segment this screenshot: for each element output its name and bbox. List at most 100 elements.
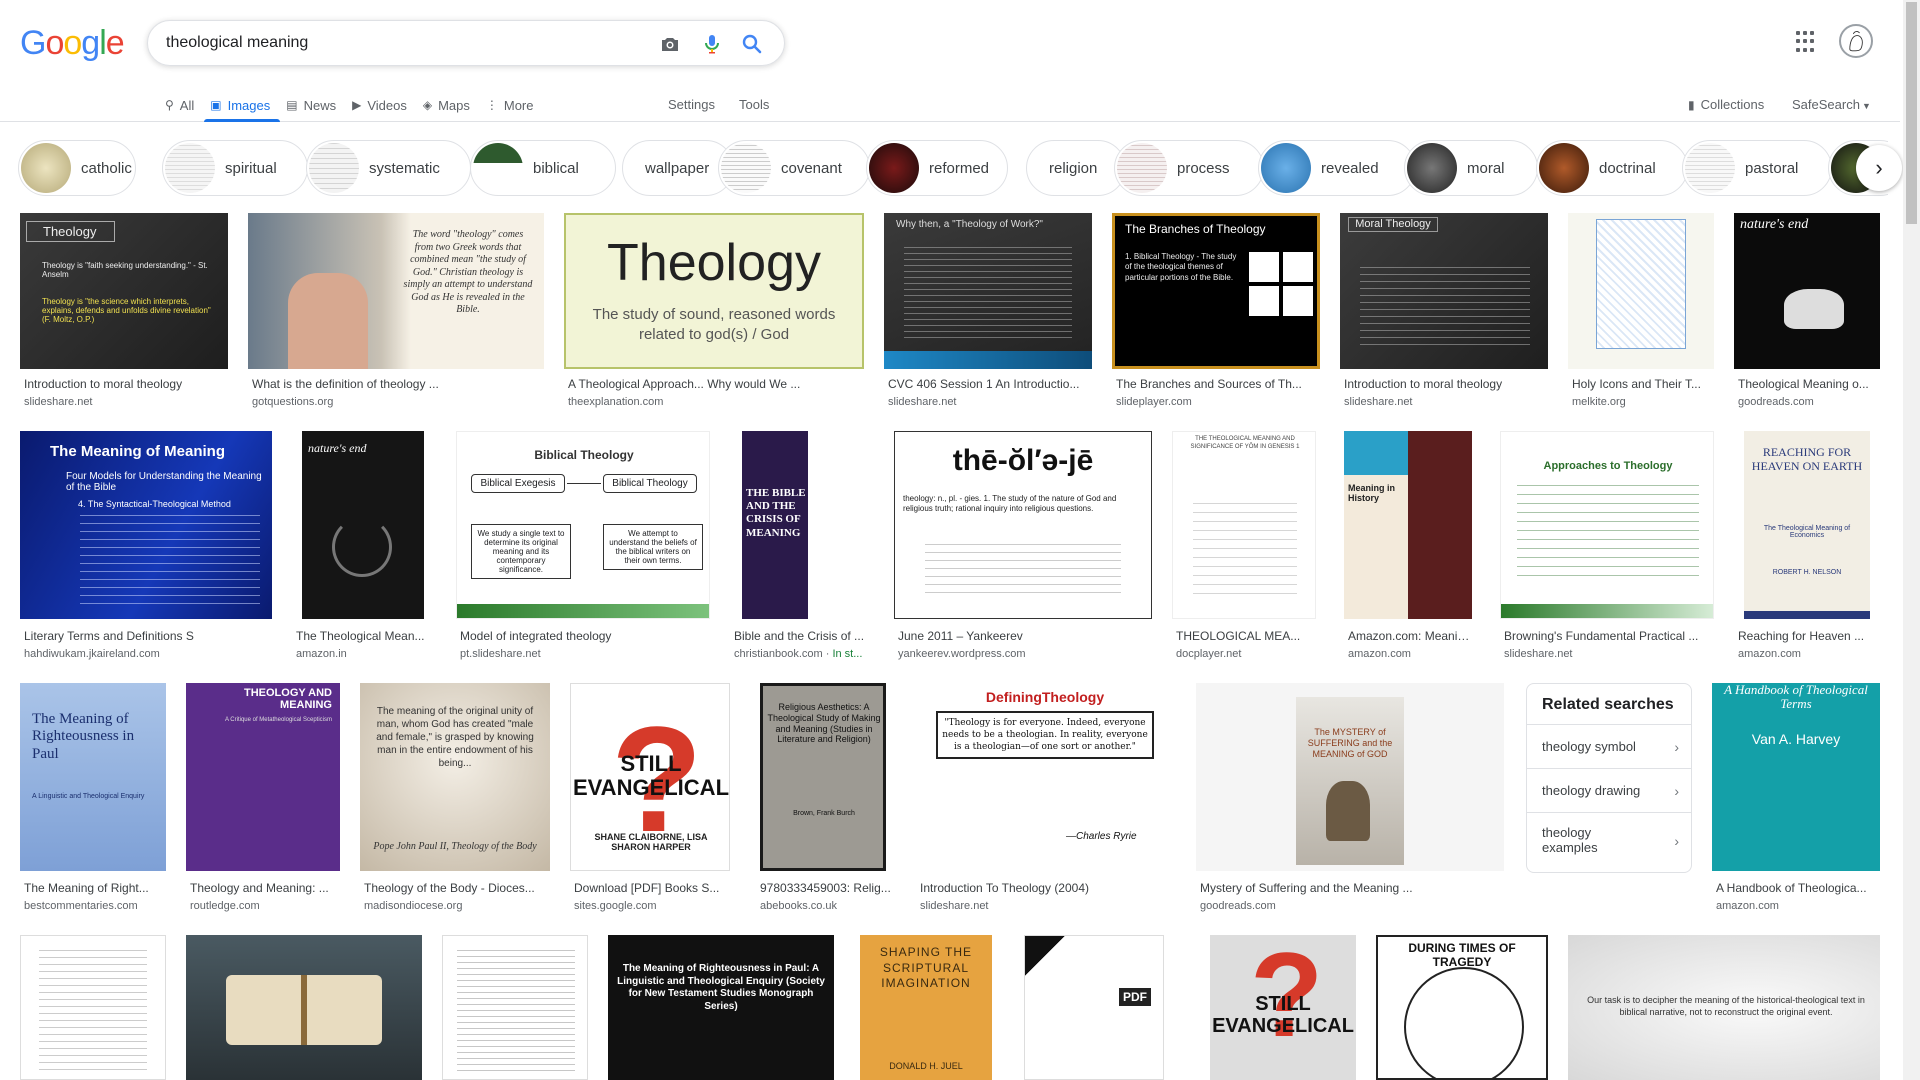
image-result[interactable]: The Meaning of Righteousness in Paul A L… — [20, 683, 166, 913]
tab-more[interactable]: ⋮ More — [486, 90, 534, 120]
image-result[interactable]: Our task is to decipher the meaning of t… — [1568, 935, 1880, 1080]
avatar[interactable] — [1839, 24, 1873, 58]
related-search-label: theology symbol — [1542, 739, 1636, 754]
image-result[interactable]: The Meaning of Meaning Four Models for U… — [20, 431, 272, 661]
image-result[interactable]: SHAPING THE SCRIPTURAL IMAGINATION DONAL… — [860, 935, 992, 1080]
image-result[interactable]: Moral Theology Introduction to moral the… — [1340, 213, 1548, 409]
chip-reformed[interactable]: reformed — [866, 140, 1008, 196]
image-result[interactable]: Theology The study of sound, reasoned wo… — [564, 213, 864, 409]
image-result[interactable]: THE THEOLOGICAL MEANING AND SIGNIFICANCE… — [1172, 431, 1316, 661]
chip-revealed[interactable]: revealed — [1258, 140, 1416, 196]
thumbnail-text: ROBERT H. NELSON — [1772, 569, 1842, 576]
image-result[interactable]: The Meaning of Righteousness in Paul: A … — [608, 935, 834, 1080]
thumbnail-text: The study of sound, reasoned words relat… — [592, 306, 836, 344]
image-result[interactable]: nature's end The Theological Mean... ama… — [292, 431, 434, 661]
map-icon: ◈ — [422, 98, 433, 112]
image-result[interactable] — [186, 935, 422, 1080]
chevron-right-icon[interactable]: › — [1856, 145, 1902, 191]
image-result[interactable] — [20, 935, 166, 1080]
thumbnail-text: —Charles Ryrie — [1066, 831, 1137, 842]
related-searches-title: Related searches — [1542, 696, 1674, 713]
image-result[interactable]: Why then, a "Theology of Work?" CVC 406 … — [884, 213, 1092, 409]
page-corner — [1025, 936, 1065, 976]
result-source: amazon.com — [1716, 900, 1779, 912]
result-caption: Theology of the Body - Dioces... — [364, 881, 535, 895]
apps-grid-icon[interactable] — [1796, 31, 1818, 53]
chip-thumbnail — [721, 143, 771, 193]
thumbnail-text: Four Models for Understanding the Meanin… — [66, 471, 262, 493]
image-result[interactable]: ? STILL EVANGELICAL SHANE CLAIBORNE, LIS… — [570, 683, 730, 913]
chip-doctrinal[interactable]: doctrinal — [1536, 140, 1688, 196]
image-result[interactable]: A Handbook of Theological Terms Van A. H… — [1712, 683, 1880, 913]
chip-religion[interactable]: religion — [1026, 140, 1126, 196]
result-source: sites.google.com — [574, 900, 657, 912]
image-result[interactable]: THE BIBLE AND THE CRISIS OF MEANING Bibl… — [730, 431, 874, 661]
thumbnail-text: Biblical Theology — [603, 474, 697, 493]
result-thumbnail: nature's end — [1734, 213, 1880, 369]
tab-images[interactable]: ▣ Images — [204, 90, 281, 122]
chip-spiritual[interactable]: spiritual — [162, 140, 308, 196]
chip-label: process — [1177, 159, 1230, 177]
settings-button[interactable]: Settings — [668, 90, 715, 120]
in-stock-label: In st... — [832, 648, 863, 660]
search-input[interactable] — [166, 32, 646, 54]
thumbnail-text: Van A. Harvey — [1751, 731, 1841, 747]
image-result[interactable]: DefiningTheology "Theology is for everyo… — [916, 683, 1174, 913]
tools-button[interactable]: Tools — [739, 90, 769, 120]
chip-covenant[interactable]: covenant — [718, 140, 870, 196]
chip-biblical[interactable]: biblical — [470, 140, 616, 196]
image-result[interactable]: The word "theology" comes from two Greek… — [248, 213, 544, 409]
chip-process[interactable]: process — [1114, 140, 1264, 196]
news-icon: ▤ — [286, 98, 298, 112]
image-result[interactable]: THEOLOGY AND MEANING A Critique of Metat… — [186, 683, 340, 913]
image-result[interactable]: ? STILL EVANGELICAL — [1210, 935, 1356, 1080]
result-caption: A Handbook of Theologica... — [1716, 881, 1867, 895]
book-cover: REACHING FOR HEAVEN ON EARTH The Theolog… — [1744, 431, 1870, 619]
chip-systematic[interactable]: systematic — [306, 140, 471, 196]
result-source: goodreads.com — [1200, 900, 1276, 912]
image-result[interactable]: The meaning of the original unity of man… — [360, 683, 550, 913]
image-result[interactable]: Approaches to Theology Browning's Fundam… — [1500, 431, 1714, 661]
google-logo[interactable]: Google — [20, 24, 125, 63]
result-caption: A Theological Approach... Why would We .… — [568, 377, 801, 391]
tab-all[interactable]: ⚲ All — [165, 90, 194, 120]
thumbnail-text: THEOLOGY AND MEANING — [243, 687, 332, 712]
image-result[interactable]: The MYSTERY of SUFFERING and the MEANING… — [1196, 683, 1504, 913]
chip-moral[interactable]: moral — [1404, 140, 1538, 196]
image-result[interactable]: DURING TIMES OF TRAGEDY — [1376, 935, 1548, 1080]
image-result[interactable]: nature's end Theological Meaning o... go… — [1734, 213, 1880, 409]
image-result[interactable]: Meaning in History Amazon.com: Meanin...… — [1344, 431, 1472, 661]
microphone-icon[interactable] — [700, 32, 724, 56]
camera-icon[interactable] — [658, 32, 682, 56]
bookmark-icon: ▮ — [1688, 98, 1695, 112]
image-result[interactable]: The Branches of Theology 1. Biblical The… — [1112, 213, 1320, 409]
image-result[interactable]: Holy Icons and Their T... melkite.org — [1568, 213, 1714, 409]
image-result[interactable] — [442, 935, 588, 1080]
safesearch-button[interactable]: SafeSearch ▼ — [1792, 90, 1871, 120]
image-result[interactable]: Biblical Theology Biblical Exegesis Bibl… — [456, 431, 710, 661]
thumbnail-text: The Meaning of Righteousness in Paul: A … — [617, 963, 825, 1012]
more-vert-icon: ⋮ — [485, 98, 498, 112]
thumbnail-text: DURING TIMES OF TRAGEDY — [1408, 941, 1516, 969]
image-icon: ▣ — [210, 98, 222, 112]
tab-news[interactable]: ▤ News — [286, 90, 336, 120]
logo-letter: o — [63, 24, 82, 62]
collections-button[interactable]: ▮ Collections — [1688, 90, 1764, 120]
result-thumbnail: The Branches of Theology 1. Biblical The… — [1112, 213, 1320, 369]
image-result[interactable]: Religious Aesthetics: A Theological Stud… — [756, 683, 892, 913]
scrollbar-thumb[interactable] — [1906, 2, 1917, 224]
image-result[interactable]: thē-ŏl′ə-jē theology: n., pl. - gies. 1.… — [894, 431, 1152, 661]
image-result[interactable]: PDF — [1024, 935, 1164, 1080]
tab-maps[interactable]: ◈ Maps — [423, 90, 470, 120]
related-search-item[interactable]: theology symbol › — [1527, 724, 1691, 768]
tab-videos[interactable]: ▶ Videos — [352, 90, 407, 120]
search-icon[interactable] — [740, 32, 764, 56]
related-search-item[interactable]: theology drawing › — [1527, 768, 1691, 812]
image-result[interactable]: REACHING FOR HEAVEN ON EARTH The Theolog… — [1734, 431, 1880, 661]
text-lines — [80, 515, 260, 611]
chip-pastoral[interactable]: pastoral — [1682, 140, 1832, 196]
image-result[interactable]: Theology Theology is "faith seeking unde… — [20, 213, 228, 409]
related-search-item[interactable]: theology examples › — [1527, 812, 1691, 868]
chip-label: wallpaper — [645, 159, 710, 177]
chip-catholic[interactable]: catholic — [18, 140, 136, 196]
